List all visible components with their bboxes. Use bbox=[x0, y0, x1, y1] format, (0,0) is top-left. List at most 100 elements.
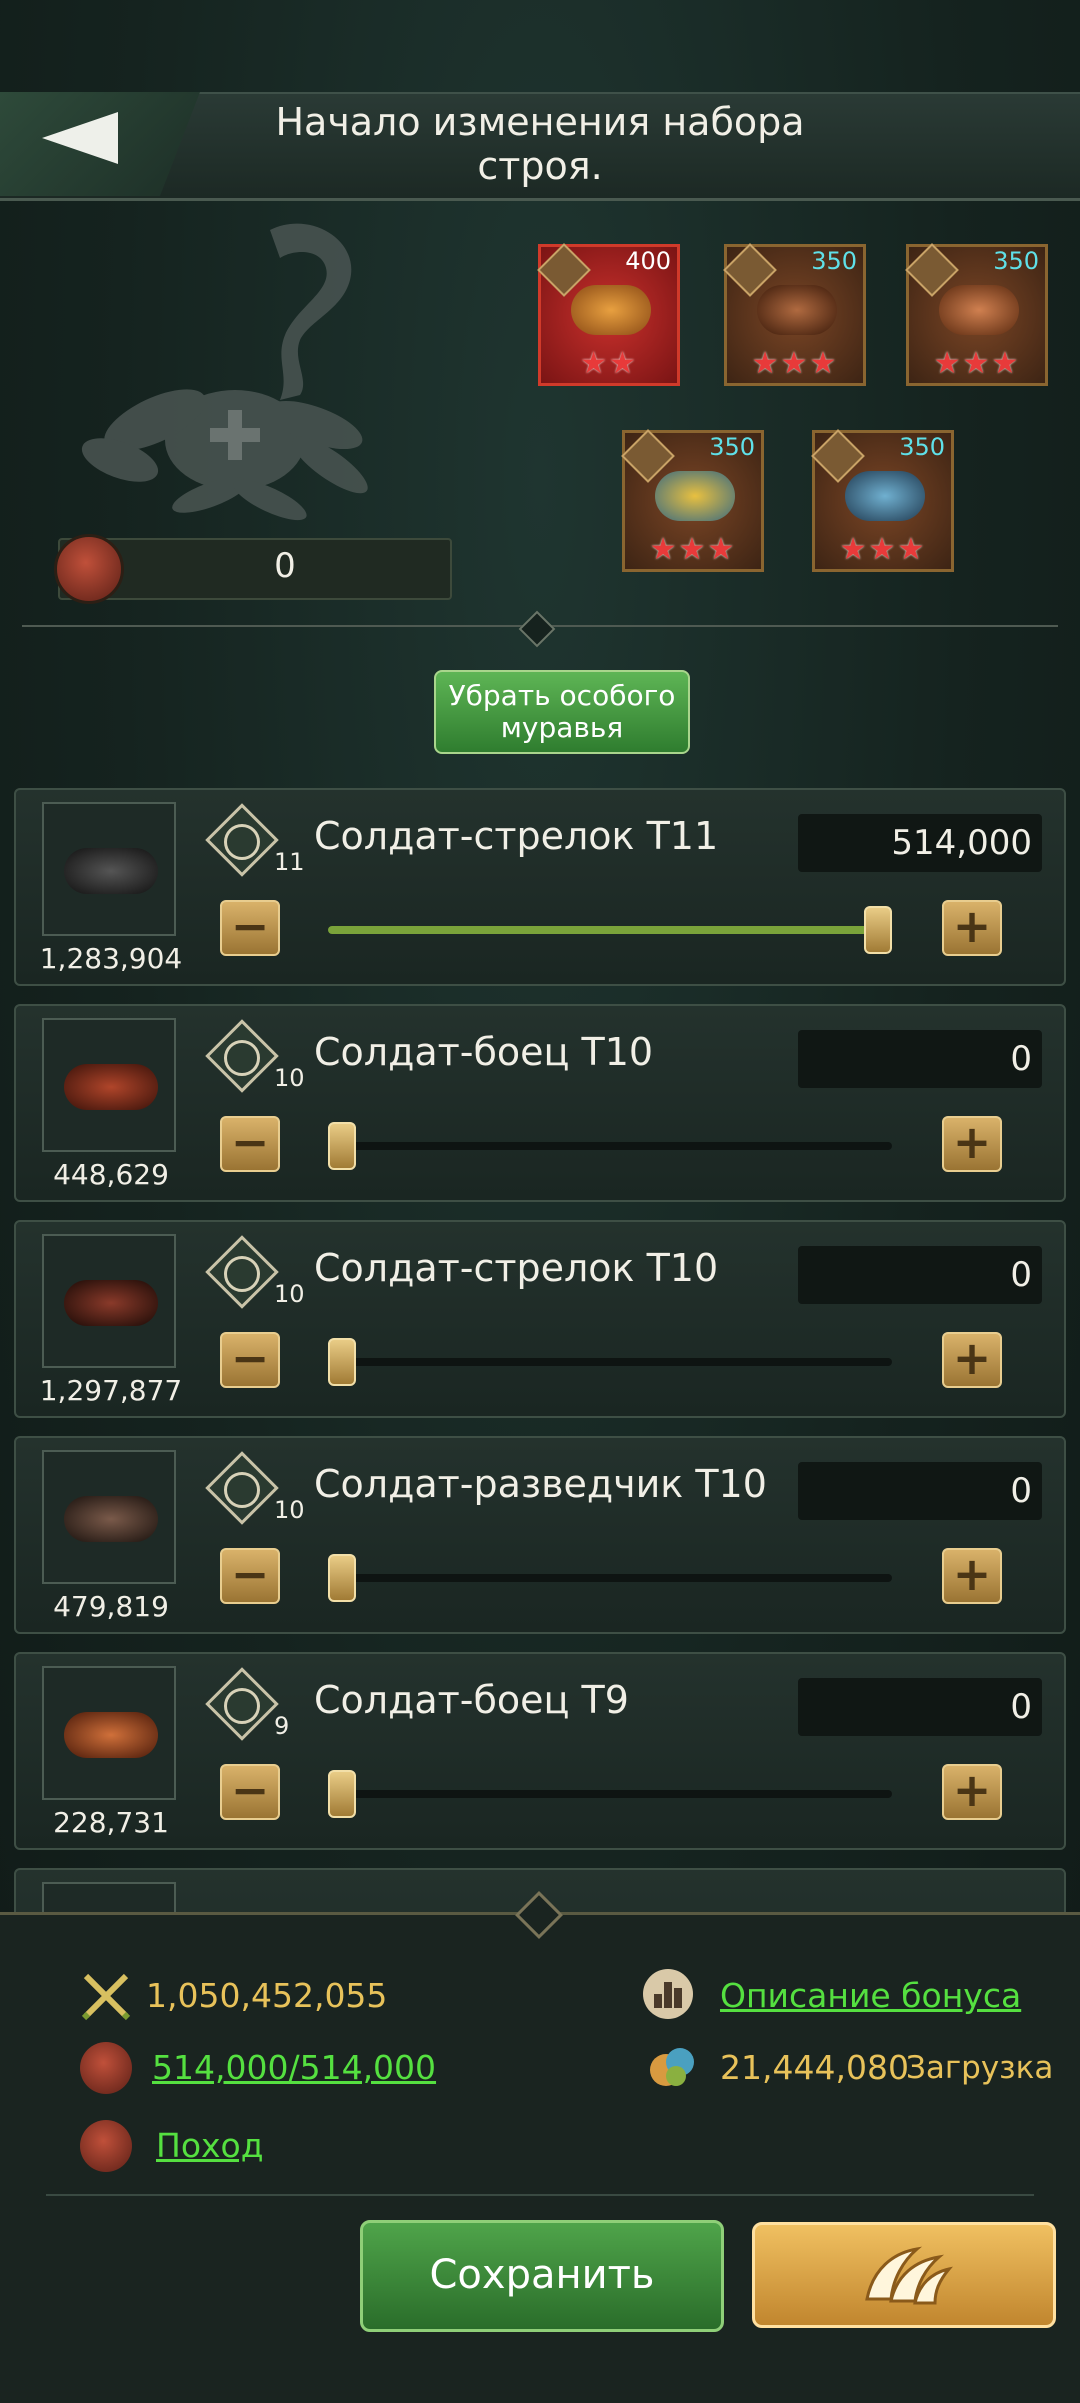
quantity-slider-track[interactable] bbox=[328, 1790, 892, 1798]
ant-portrait-icon bbox=[571, 285, 651, 335]
troop-row: 228,731 9 Солдат-боец T9 0 − + bbox=[14, 1652, 1066, 1850]
troop-list[interactable]: 1,283,904 11 Солдат-стрелок T11 514,000 … bbox=[0, 786, 1080, 1912]
troop-name: Солдат-боец T10 bbox=[314, 1030, 654, 1074]
special-ant-count: 0 bbox=[274, 546, 296, 586]
quantity-slider-handle[interactable] bbox=[328, 1338, 356, 1386]
troop-owned-count: 1,297,877 bbox=[39, 1374, 183, 1407]
troop-ant-icon bbox=[80, 2042, 132, 2094]
troop-tier: 10 bbox=[274, 1280, 305, 1308]
ant-portrait-icon bbox=[939, 285, 1019, 335]
shield-icon bbox=[224, 1688, 260, 1724]
card-stars: ★★★ bbox=[649, 532, 737, 567]
special-ant-card[interactable]: 350 ★★★ bbox=[723, 243, 866, 386]
ant-portrait-icon bbox=[64, 1064, 158, 1110]
card-stars: ★★★ bbox=[751, 346, 839, 381]
page-title-line1: Начало изменения набора bbox=[275, 100, 805, 144]
special-ant-card[interactable]: 350 ★★★ bbox=[811, 429, 954, 572]
load-resources-icon bbox=[650, 2048, 694, 2086]
troop-owned-count: 1,283,904 bbox=[39, 942, 183, 975]
troop-row: 1,297,877 10 Солдат-стрелок T10 0 − + bbox=[14, 1220, 1066, 1418]
troop-capacity-link[interactable]: 514,000/514,000 bbox=[152, 2048, 436, 2087]
increase-button[interactable]: + bbox=[942, 1116, 1002, 1172]
troop-name: Солдат-разведчик T10 bbox=[314, 1462, 767, 1506]
save-button[interactable]: Сохранить bbox=[360, 2220, 724, 2332]
decrease-button[interactable]: − bbox=[220, 1548, 280, 1604]
quantity-slider-handle[interactable] bbox=[328, 1122, 356, 1170]
ant-portrait-icon bbox=[845, 471, 925, 521]
increase-button[interactable]: + bbox=[942, 900, 1002, 956]
page-title: Начало изменения набора строя. bbox=[230, 100, 850, 188]
troop-thumbnail bbox=[42, 1450, 176, 1584]
remove-button-line1: Убрать особого bbox=[448, 679, 676, 712]
troop-owned-count: 448,629 bbox=[53, 1158, 169, 1191]
troop-name: Солдат-боец T9 bbox=[314, 1678, 629, 1722]
quantity-slider-handle[interactable] bbox=[328, 1770, 356, 1818]
troop-tier: 10 bbox=[274, 1064, 305, 1092]
ant-portrait-icon bbox=[757, 285, 837, 335]
troop-quantity-input[interactable]: 0 bbox=[798, 1462, 1042, 1520]
load-value: 21,444,080 bbox=[720, 2048, 909, 2087]
ant-portrait-icon bbox=[64, 848, 158, 894]
special-ant-card[interactable]: 350 ★★★ bbox=[621, 429, 764, 572]
shield-icon bbox=[224, 1040, 260, 1076]
card-level: 400 bbox=[625, 247, 671, 275]
ant-portrait-icon bbox=[64, 1712, 158, 1758]
quantity-slider-track[interactable] bbox=[328, 1358, 892, 1366]
bonus-chart-icon[interactable] bbox=[642, 1968, 694, 2020]
ant-portrait-icon bbox=[64, 1280, 158, 1326]
troop-row: 448,629 10 Солдат-боец T10 0 − + bbox=[14, 1004, 1066, 1202]
special-ant-slot-scorpion-icon[interactable] bbox=[60, 210, 450, 530]
troop-thumbnail bbox=[42, 802, 176, 936]
troop-tier: 9 bbox=[274, 1712, 290, 1740]
quantity-slider-handle[interactable] bbox=[864, 906, 892, 954]
card-stars: ★★★ bbox=[839, 532, 927, 567]
troop-thumbnail bbox=[42, 1882, 176, 1912]
troop-thumbnail bbox=[42, 1234, 176, 1368]
crossed-swords-icon bbox=[81, 1973, 131, 2021]
special-ant-icon bbox=[54, 534, 124, 604]
troop-name: Солдат-стрелок T10 bbox=[314, 1246, 719, 1290]
troop-quantity-input[interactable]: 0 bbox=[798, 1030, 1042, 1088]
card-level: 350 bbox=[709, 433, 755, 461]
quantity-slider-track[interactable] bbox=[328, 1142, 892, 1150]
quantity-slider-track[interactable] bbox=[328, 1574, 892, 1582]
card-stars: ★★ bbox=[580, 346, 638, 381]
card-stars: ★★★ bbox=[933, 346, 1021, 381]
scout-icon bbox=[224, 1472, 260, 1508]
shooter-icon bbox=[224, 1256, 260, 1292]
troop-quantity-input[interactable]: 514,000 bbox=[798, 814, 1042, 872]
decrease-button[interactable]: − bbox=[220, 1116, 280, 1172]
troop-tier: 11 bbox=[274, 848, 305, 876]
special-ant-card[interactable]: 350 ★★★ bbox=[905, 243, 1048, 386]
quantity-slider-handle[interactable] bbox=[328, 1554, 356, 1602]
bottom-divider bbox=[46, 2194, 1034, 2196]
power-value: 1,050,452,055 bbox=[146, 1976, 388, 2015]
troop-tier: 10 bbox=[274, 1496, 305, 1524]
remove-button-line2: муравья bbox=[500, 711, 624, 744]
march-link[interactable]: Поход bbox=[156, 2126, 264, 2165]
ant-portrait-icon bbox=[655, 471, 735, 521]
increase-button[interactable]: + bbox=[942, 1764, 1002, 1820]
increase-button[interactable]: + bbox=[942, 1332, 1002, 1388]
claws-icon bbox=[865, 2246, 953, 2305]
card-level: 350 bbox=[811, 247, 857, 275]
increase-button[interactable]: + bbox=[942, 1548, 1002, 1604]
auto-fill-button[interactable] bbox=[752, 2222, 1056, 2328]
decrease-button[interactable]: − bbox=[220, 900, 280, 956]
ant-portrait-icon bbox=[64, 1496, 158, 1542]
troop-owned-count: 228,731 bbox=[53, 1806, 169, 1839]
troop-owned-count: 479,819 bbox=[53, 1590, 169, 1623]
troop-quantity-input[interactable]: 0 bbox=[798, 1246, 1042, 1304]
special-ant-card[interactable]: 400 ★★ bbox=[537, 243, 680, 386]
load-label: Загрузка bbox=[906, 2050, 1054, 2086]
troop-quantity-input[interactable]: 0 bbox=[798, 1678, 1042, 1736]
back-arrow-icon[interactable] bbox=[42, 112, 118, 164]
card-level: 350 bbox=[899, 433, 945, 461]
remove-special-ant-button[interactable]: Убрать особого муравья bbox=[434, 670, 690, 754]
bonus-description-link[interactable]: Описание бонуса bbox=[720, 1976, 1021, 2015]
decrease-button[interactable]: − bbox=[220, 1764, 280, 1820]
shooter-icon bbox=[224, 824, 260, 860]
troop-thumbnail bbox=[42, 1018, 176, 1152]
decrease-button[interactable]: − bbox=[220, 1332, 280, 1388]
march-ant-icon bbox=[80, 2120, 132, 2172]
